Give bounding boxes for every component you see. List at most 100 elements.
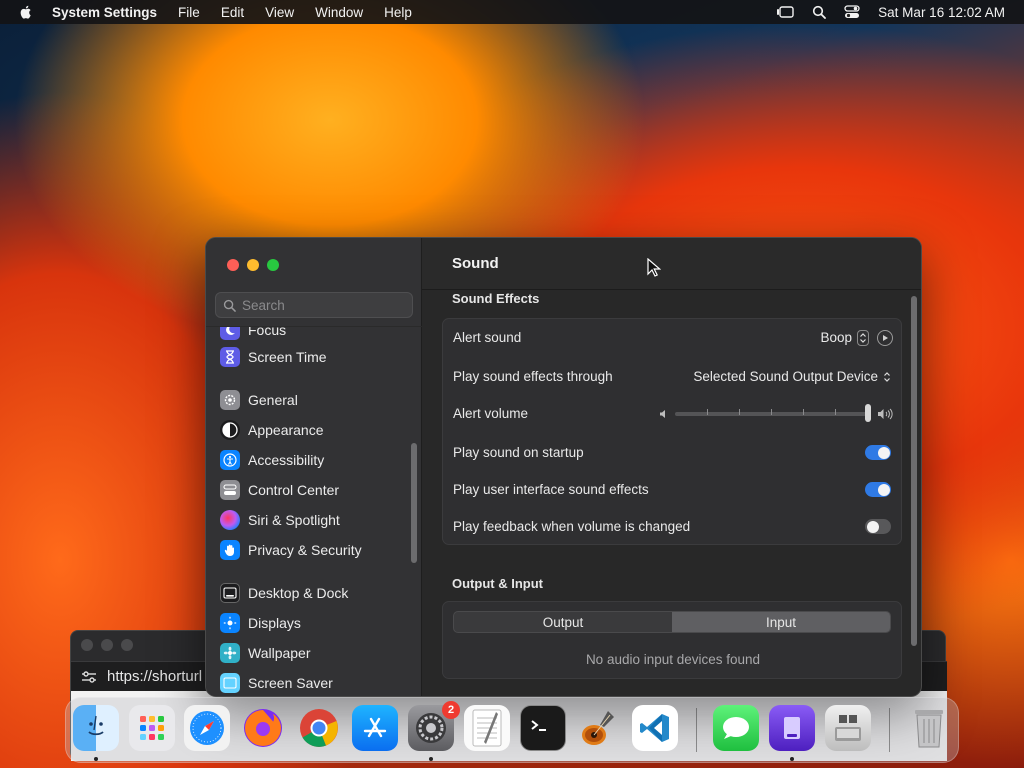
sidebar-item-general[interactable]: General <box>220 387 298 413</box>
launchpad-icon[interactable] <box>129 705 175 751</box>
zoom-button[interactable] <box>267 259 279 271</box>
toggle-knob <box>877 446 890 459</box>
tab-output[interactable]: Output <box>454 612 672 632</box>
minimize-button[interactable] <box>247 259 259 271</box>
toggle-knob <box>866 520 879 533</box>
output-device-popup[interactable]: Selected Sound Output Device <box>693 369 891 384</box>
system-settings-window: Focus Screen Time General Appearance <box>205 237 922 697</box>
volume-feedback-label: Play feedback when volume is changed <box>453 519 691 534</box>
sidebar-item-label: Screen Saver <box>248 675 333 691</box>
sidebar-item-appearance[interactable]: Appearance <box>220 417 324 443</box>
sidebar-item-label: Siri & Spotlight <box>248 512 340 528</box>
volume-feedback-row: Play feedback when volume is changed <box>443 508 903 545</box>
search-input[interactable] <box>242 297 402 313</box>
background-minimize-dot <box>101 639 113 651</box>
spotlight-search-icon[interactable] <box>812 5 827 19</box>
garageband-icon[interactable] <box>576 705 622 751</box>
menu-file[interactable]: File <box>178 5 200 20</box>
output-input-segmented-control[interactable]: Output Input <box>453 611 891 633</box>
messages-icon[interactable] <box>713 705 759 751</box>
slider-knob[interactable] <box>865 403 871 422</box>
textedit-icon[interactable] <box>464 705 510 751</box>
sidebar-item-wallpaper[interactable]: Wallpaper <box>220 640 311 666</box>
sidebar-item-label: Control Center <box>248 482 340 498</box>
sidebar-item-label: Displays <box>248 615 301 631</box>
firefox-icon[interactable] <box>240 705 286 751</box>
sidebar-item-label: Wallpaper <box>248 645 311 661</box>
app-store-icon[interactable] <box>352 705 398 751</box>
alert-sound-value: Boop <box>820 330 852 345</box>
alert-sound-row: Alert sound Boop <box>443 319 903 356</box>
site-settings-icon[interactable] <box>81 670 97 684</box>
window-controls <box>227 259 279 271</box>
sidebar-item-screen-saver[interactable]: Screen Saver <box>220 670 333 696</box>
search-field[interactable] <box>215 292 413 318</box>
toggle-knob <box>877 483 890 496</box>
menu-view[interactable]: View <box>265 5 294 20</box>
startup-sound-row: Play sound on startup <box>443 434 903 471</box>
appearance-icon <box>220 420 240 440</box>
ui-sound-effects-row: Play user interface sound effects <box>443 471 903 508</box>
output-input-group: Output Input No audio input devices foun… <box>442 601 902 679</box>
chrome-icon[interactable] <box>296 705 342 751</box>
search-icon <box>223 299 236 312</box>
up-down-chevron-icon <box>884 371 890 382</box>
tab-input[interactable]: Input <box>672 612 890 632</box>
startup-sound-toggle[interactable] <box>865 445 891 460</box>
sidebar-item-control-center[interactable]: Control Center <box>220 477 339 503</box>
menu-help[interactable]: Help <box>384 5 412 20</box>
sidebar-item-label: Desktop & Dock <box>248 585 349 601</box>
volume-high-icon <box>878 408 893 419</box>
stage-manager-icon[interactable] <box>776 5 794 19</box>
slider-track[interactable] <box>675 403 871 422</box>
configurator-icon[interactable] <box>769 705 815 751</box>
wallpaper-icon <box>220 643 240 663</box>
moon-icon <box>220 327 240 340</box>
sidebar-item-label: Privacy & Security <box>248 542 362 558</box>
startup-sound-label: Play sound on startup <box>453 445 584 460</box>
sidebar-item-displays[interactable]: Displays <box>220 610 301 636</box>
sidebar-item-screen-time[interactable]: Screen Time <box>220 344 327 370</box>
sidebar-item-focus[interactable]: Focus <box>220 326 287 343</box>
sound-pane: Sound Sound Effects Alert sound Boop Pla… <box>422 238 921 696</box>
sidebar-item-privacy-security[interactable]: Privacy & Security <box>220 537 362 563</box>
ui-sound-effects-toggle[interactable] <box>865 482 891 497</box>
page-title: Sound <box>452 255 499 272</box>
sidebar-item-accessibility[interactable]: Accessibility <box>220 447 324 473</box>
control-center-icon <box>220 480 240 500</box>
close-button[interactable] <box>227 259 239 271</box>
ui-sound-effects-label: Play user interface sound effects <box>453 482 649 497</box>
menubar-clock[interactable]: Sat Mar 16 12:02 AM <box>878 5 1005 20</box>
dock-separator <box>696 708 697 752</box>
bootcamp-icon[interactable] <box>825 705 871 751</box>
no-input-devices-message: No audio input devices found <box>585 652 761 667</box>
content-scrollbar[interactable] <box>911 296 917 646</box>
menu-edit[interactable]: Edit <box>221 5 244 20</box>
app-name-menu[interactable]: System Settings <box>52 5 157 20</box>
control-center-menu-icon[interactable] <box>844 5 860 19</box>
sidebar-list[interactable]: Focus Screen Time General Appearance Acc… <box>206 326 422 696</box>
output-input-heading: Output & Input <box>452 576 543 591</box>
sidebar-item-label: Focus <box>248 326 287 338</box>
background-window-controls <box>81 639 133 651</box>
alert-volume-slider[interactable] <box>659 403 893 422</box>
finder-icon[interactable] <box>73 705 119 751</box>
alert-volume-row: Alert volume <box>443 395 903 432</box>
volume-feedback-toggle[interactable] <box>865 519 891 534</box>
alert-sound-popup[interactable]: Boop <box>820 329 869 346</box>
trash-icon[interactable] <box>906 705 952 751</box>
menu-window[interactable]: Window <box>315 5 363 20</box>
sidebar-item-label: Appearance <box>248 422 324 438</box>
vscode-icon[interactable] <box>632 705 678 751</box>
safari-icon[interactable] <box>184 705 230 751</box>
terminal-icon[interactable] <box>520 705 566 751</box>
sidebar-item-siri-spotlight[interactable]: Siri & Spotlight <box>220 507 340 533</box>
system-settings-icon[interactable]: 2 <box>408 701 460 751</box>
address-url[interactable]: https://shorturl <box>107 668 202 685</box>
play-alert-button[interactable] <box>877 329 893 346</box>
up-down-chevron-icon <box>857 329 869 346</box>
sidebar-scrollbar[interactable] <box>411 443 417 563</box>
apple-menu-icon[interactable] <box>18 4 34 20</box>
background-close-dot <box>81 639 93 651</box>
sidebar-item-desktop-dock[interactable]: Desktop & Dock <box>220 580 348 606</box>
